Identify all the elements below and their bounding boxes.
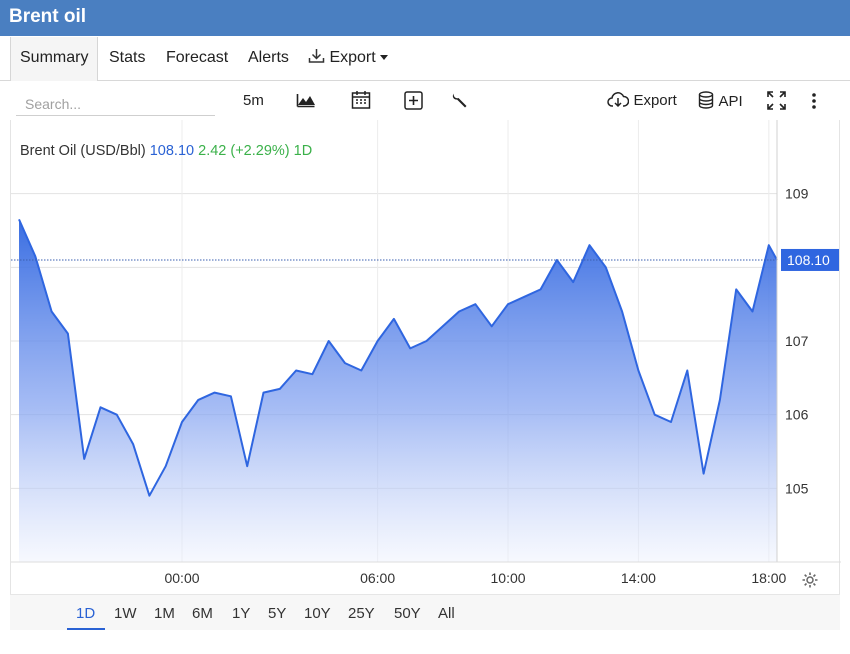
last-price-label: 108.10: [787, 252, 830, 268]
range-1m[interactable]: 1M: [154, 605, 175, 622]
legend-change: 2.42 (+2.29%): [198, 143, 290, 159]
tab-summary[interactable]: Summary: [10, 37, 99, 81]
api-label: API: [718, 93, 743, 110]
x-tick-label: 10:00: [491, 570, 526, 586]
y-tick-label: 105: [785, 480, 809, 496]
interval-selector[interactable]: 5m: [243, 92, 264, 109]
x-tick-label: 00:00: [164, 570, 199, 586]
y-tick-label: 106: [785, 407, 809, 423]
database-icon: [698, 91, 714, 109]
x-tick-label: 14:00: [621, 570, 656, 586]
fullscreen-icon[interactable]: [767, 91, 786, 110]
chart-panel: 105 106 107 109 108.10 00:00 06:00 10:00 14:00 18…: [10, 120, 841, 630]
export-button[interactable]: Export: [607, 91, 677, 110]
export-label: Export: [633, 92, 677, 109]
legend-price: 108.10: [149, 143, 195, 159]
chevron-down-icon: [379, 55, 388, 61]
range-5y[interactable]: 5Y: [268, 605, 286, 622]
legend-period: 1D: [293, 143, 313, 159]
range-6m[interactable]: 6M: [192, 605, 213, 622]
search-input[interactable]: [16, 92, 215, 116]
calendar-icon[interactable]: [351, 90, 371, 109]
x-tick-label: 18:00: [751, 570, 786, 586]
range-1w[interactable]: 1W: [114, 605, 137, 622]
y-tick-label: 109: [785, 186, 809, 202]
tab-stats[interactable]: Stats: [109, 37, 145, 81]
title-bar: Brent oil: [0, 0, 850, 36]
range-25y[interactable]: 25Y: [348, 605, 375, 622]
range-10y[interactable]: 10Y: [304, 605, 331, 622]
cloud-download-icon: [607, 91, 629, 108]
tab-export-menu[interactable]: Export: [308, 37, 388, 81]
y-tick-label: 107: [785, 333, 809, 349]
api-button[interactable]: API: [698, 91, 743, 111]
range-all[interactable]: All: [438, 605, 455, 622]
legend-symbol: Brent Oil (USD/Bbl): [20, 143, 146, 159]
range-selector: 1D 1W 1M 6M 1Y 5Y 10Y 25Y 50Y All: [10, 594, 840, 630]
chart-legend: Brent Oil (USD/Bbl) 108.10 2.42 (+2.29%)…: [20, 143, 312, 159]
tab-forecast[interactable]: Forecast: [166, 37, 228, 81]
price-chart[interactable]: 105 106 107 109 108.10 00:00 06:00 10:00 14:00 18…: [11, 120, 841, 594]
range-1d[interactable]: 1D: [76, 605, 95, 622]
wrench-icon[interactable]: [451, 91, 469, 109]
page-title: Brent oil: [9, 6, 87, 27]
download-icon: [308, 39, 325, 81]
x-tick-label: 06:00: [360, 570, 395, 586]
more-vertical-icon[interactable]: [810, 92, 818, 110]
add-indicator-icon[interactable]: [404, 91, 423, 110]
range-1y[interactable]: 1Y: [232, 605, 250, 622]
active-range-indicator: [67, 628, 105, 630]
mountain-chart-icon[interactable]: [296, 90, 316, 108]
tab-export-label: Export: [329, 49, 376, 66]
tab-bar: Summary Stats Forecast Alerts Export: [0, 37, 850, 81]
tab-alerts[interactable]: Alerts: [248, 37, 289, 81]
chart-toolbar: 5m Export API: [0, 82, 850, 120]
settings-gear-icon[interactable]: [801, 571, 819, 594]
price-area: [19, 219, 777, 562]
range-50y[interactable]: 50Y: [394, 605, 421, 622]
